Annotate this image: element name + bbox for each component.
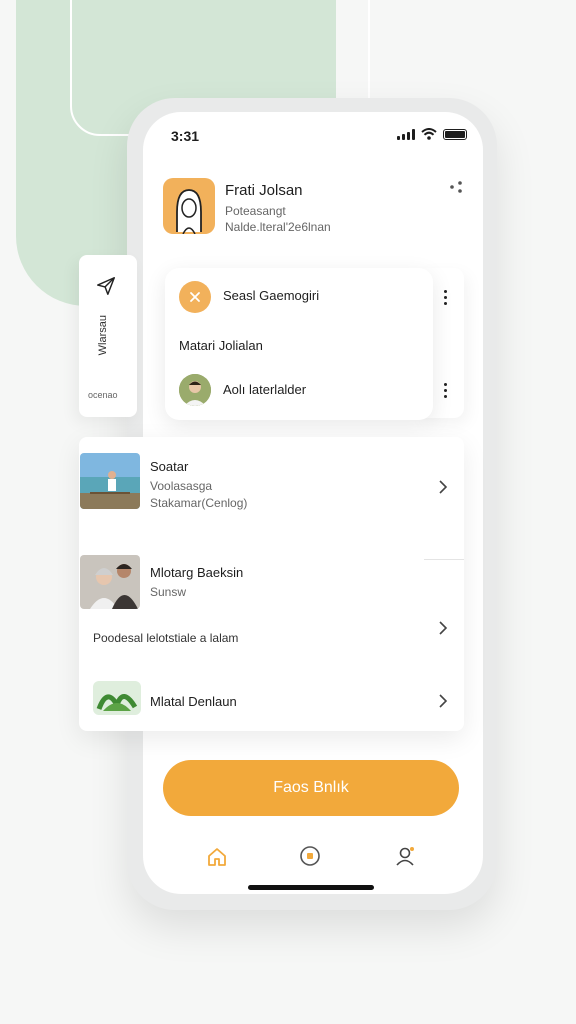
profile-avatar[interactable]: [163, 178, 215, 234]
side-tab-label: Wlarsau: [97, 315, 109, 356]
list-item-title: Mlotarg Baeksin: [150, 565, 244, 580]
list-card: Soatar Voolasasga Stakamar(Cenlog) Mlota…: [79, 437, 464, 731]
primary-action-button[interactable]: Faos Bnlık: [163, 760, 459, 816]
beach-photo: [80, 453, 140, 509]
contact-card: Seasl Gaemogiri Matari Jolialan Aolı lat…: [165, 268, 433, 420]
signal-icon: [397, 128, 415, 140]
send-icon[interactable]: [95, 275, 117, 297]
list-item-thumbnail: [80, 555, 140, 609]
share-icon[interactable]: [449, 180, 463, 194]
side-tab[interactable]: Wlarsau ocenao: [79, 255, 137, 417]
wifi-icon: [421, 128, 437, 140]
side-tab-caption: ocenao: [88, 390, 118, 400]
profile-icon[interactable]: [394, 845, 416, 867]
chevron-right-icon[interactable]: [438, 694, 448, 708]
close-button[interactable]: [179, 281, 211, 313]
profile-subtitle: Poteasangt: [225, 204, 286, 218]
battery-icon: [443, 128, 467, 140]
list-item-subtitle: Voolasasga: [150, 479, 213, 493]
list-item-title: Soatar: [150, 459, 189, 474]
chevron-right-icon[interactable]: [438, 621, 448, 635]
list-item-title: Mlatal Denlaun: [150, 694, 237, 709]
divider: [424, 559, 464, 560]
card-subtitle: Matari Jolialan: [179, 338, 263, 353]
home-icon[interactable]: [206, 846, 228, 868]
profile-name: Frati Jolsan: [225, 182, 303, 199]
home-indicator: [248, 885, 374, 890]
more-vertical-icon[interactable]: [444, 383, 447, 398]
list-item-thumbnail: [93, 681, 141, 715]
plant-photo: [93, 681, 141, 715]
card-title: Seasl Gaemogiri: [223, 288, 320, 303]
chevron-right-icon[interactable]: [438, 480, 448, 494]
more-vertical-icon[interactable]: [444, 290, 447, 305]
profile-detail: Nalde.lteral'2e6lnan: [225, 220, 331, 234]
status-icons: [397, 128, 467, 140]
card-item-label: Aolı laterlalder: [223, 382, 307, 397]
chat-icon[interactable]: [299, 845, 321, 867]
status-time: 3:31: [171, 128, 200, 144]
avatar-photo: [179, 374, 211, 406]
avatar[interactable]: [179, 374, 211, 406]
list-item-description: Poodesal lelotstiale a lalam: [93, 631, 239, 645]
close-icon: [190, 292, 200, 302]
list-item-thumbnail: [80, 453, 140, 509]
person-illustration-icon: [176, 189, 202, 234]
couple-photo: [80, 555, 140, 609]
list-item-detail: Stakamar(Cenlog): [150, 496, 248, 510]
list-item-subtitle: Sunsw: [150, 585, 187, 599]
